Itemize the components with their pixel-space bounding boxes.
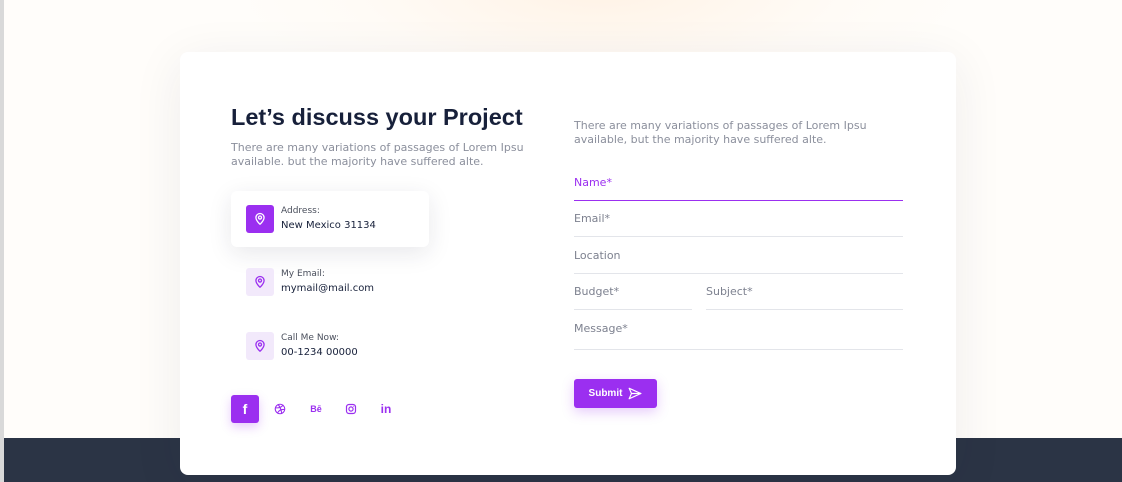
email-placeholder: Email* <box>574 212 611 225</box>
facebook-icon[interactable]: f <box>231 395 259 423</box>
left-edge-rail <box>0 0 4 482</box>
send-icon <box>629 387 642 400</box>
submit-label: Submit <box>588 388 623 399</box>
email-field[interactable]: Email* <box>574 212 903 237</box>
linkedin-icon[interactable]: in <box>372 395 400 423</box>
location-placeholder: Location <box>574 249 621 262</box>
instagram-icon[interactable] <box>337 395 365 423</box>
email-label: My Email: <box>281 269 325 279</box>
phone-value[interactable]: 00-1234 00000 <box>281 347 358 358</box>
budget-placeholder: Budget* <box>574 285 620 298</box>
behance-icon[interactable]: Bē <box>302 395 330 423</box>
subject-placeholder: Subject* <box>706 285 753 298</box>
address-label: Address: <box>281 206 320 216</box>
message-placeholder: Message* <box>574 322 628 335</box>
location-pin-icon <box>246 205 274 233</box>
name-placeholder: Name* <box>574 176 612 189</box>
dribbble-icon[interactable] <box>266 395 294 423</box>
budget-field[interactable]: Budget* <box>574 285 692 310</box>
email-value[interactable]: mymail@mail.com <box>281 283 374 294</box>
contact-card: Let’s discuss your Project There are man… <box>180 52 956 475</box>
location-pin-icon <box>246 268 274 296</box>
location-field[interactable]: Location <box>574 249 903 274</box>
email-info-card: My Email: mymail@mail.com <box>231 254 429 310</box>
name-field[interactable]: Name* <box>574 176 903 201</box>
form-intro-text: There are many variations of passages of… <box>574 119 867 146</box>
message-field[interactable]: Message* <box>574 322 903 350</box>
phone-label: Call Me Now: <box>281 333 339 343</box>
submit-button[interactable]: Submit <box>574 379 657 408</box>
location-pin-icon <box>246 332 274 360</box>
address-info-card: Address: New Mexico 31134 <box>231 191 429 247</box>
page-title: Let’s discuss your Project <box>231 104 523 130</box>
contact-intro-text: There are many variations of passages of… <box>231 141 524 168</box>
address-value: New Mexico 31134 <box>281 220 376 231</box>
phone-info-card: Call Me Now: 00-1234 00000 <box>231 318 429 374</box>
subject-field[interactable]: Subject* <box>706 285 903 310</box>
